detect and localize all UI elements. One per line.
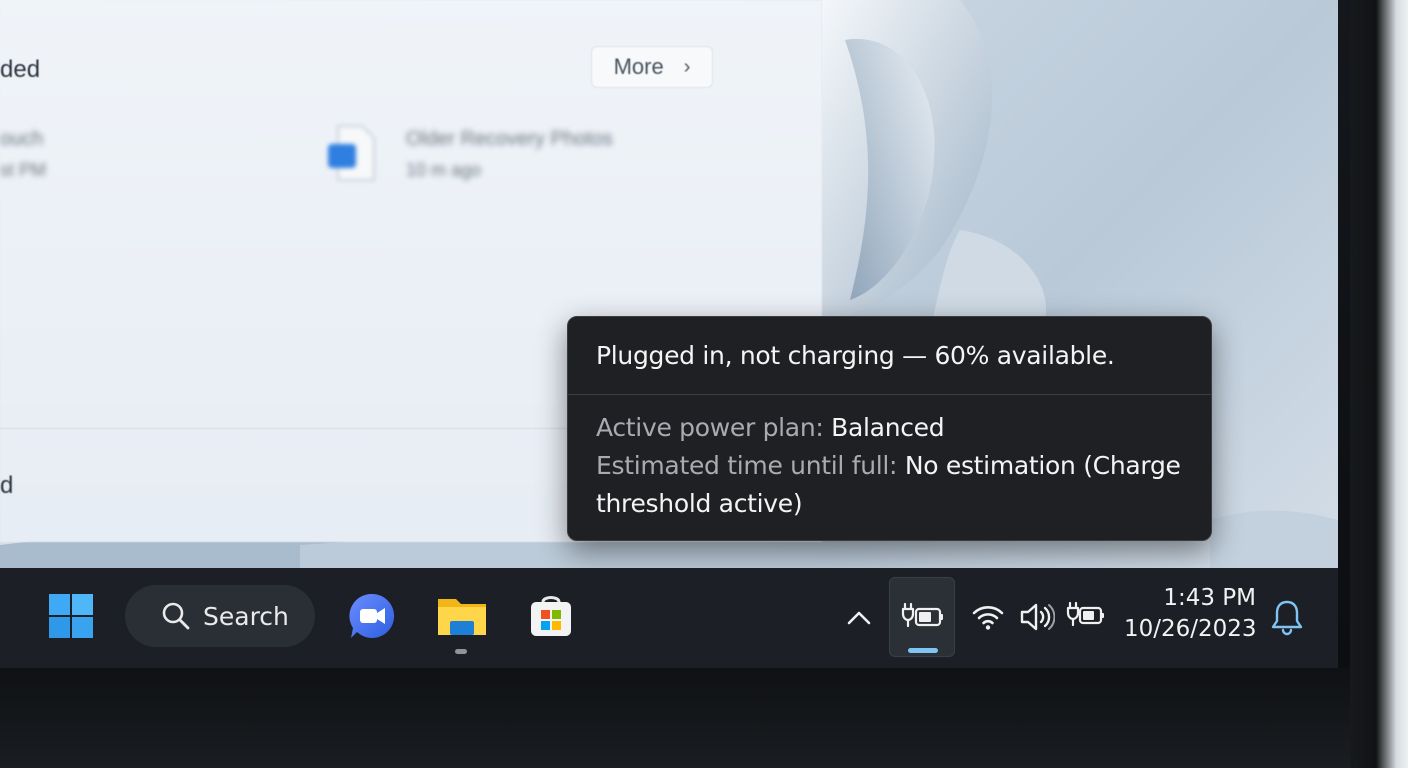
video-meeting-app-button[interactable] — [345, 588, 399, 644]
battery-status-button[interactable] — [1066, 598, 1106, 632]
file-explorer-button[interactable] — [434, 588, 490, 644]
battery-tray-button[interactable] — [889, 577, 955, 657]
battery-plugged-icon — [1066, 601, 1104, 627]
laptop-bottom-bezel — [0, 668, 1350, 768]
desktop-wallpaper: ded More › ouch st PM Older Recovery Pho… — [0, 0, 1338, 568]
user-name[interactable]: d — [0, 472, 13, 500]
volume-icon — [1020, 603, 1055, 631]
document-file-icon — [328, 125, 375, 181]
taskbar: Search 1:43 PM 10/26/2023 — [0, 568, 1338, 668]
clock-button[interactable]: 1:43 PM 10/26/2023 — [1124, 583, 1257, 645]
recent-item-name[interactable]: ouch — [0, 128, 43, 151]
recent-item-meta: 10 m ago — [406, 160, 482, 180]
file-explorer-running-indicator — [455, 649, 467, 654]
video-meeting-icon — [349, 593, 395, 638]
battery-plugged-icon — [901, 602, 943, 628]
notifications-button[interactable] — [1268, 596, 1306, 638]
estimate-label: Estimated time until full: — [596, 451, 898, 480]
recent-item-meta: st PM — [0, 160, 47, 180]
volume-button[interactable] — [1018, 600, 1056, 634]
recommended-heading: ded — [0, 56, 41, 83]
battery-active-indicator — [908, 648, 938, 653]
more-button[interactable]: More › — [591, 46, 713, 88]
search-label: Search — [203, 601, 289, 631]
store-button[interactable] — [524, 588, 578, 644]
screen: ded More › ouch st PM Older Recovery Pho… — [0, 0, 1338, 668]
estimate-value: No estimation (Charge — [904, 451, 1181, 480]
more-label: More — [613, 54, 664, 79]
chevron-up-icon — [847, 611, 871, 625]
clock-date: 10/26/2023 — [1124, 616, 1257, 642]
store-icon — [531, 596, 571, 636]
chevron-right-icon: › — [683, 55, 691, 78]
power-plan-value: Balanced — [831, 413, 945, 442]
search-box[interactable]: Search — [125, 585, 315, 647]
search-icon — [162, 602, 190, 630]
wifi-icon — [972, 606, 1004, 630]
windows-start-icon — [49, 594, 93, 638]
show-hidden-icons-button[interactable] — [842, 600, 876, 634]
estimate-line: Estimated time until full: No estimation… — [596, 451, 1181, 480]
battery-tooltip: Plugged in, not charging — 60% available… — [567, 316, 1212, 541]
wifi-button[interactable] — [970, 600, 1006, 634]
start-button[interactable] — [44, 590, 98, 642]
power-plan-label: Active power plan: — [596, 413, 824, 442]
bell-icon — [1271, 600, 1303, 636]
battery-status-headline: Plugged in, not charging — 60% available… — [596, 341, 1115, 370]
file-explorer-icon — [438, 599, 486, 635]
recent-item-name[interactable]: Older Recovery Photos — [406, 128, 613, 151]
power-plan-line: Active power plan: Balanced — [596, 413, 945, 442]
tooltip-divider — [568, 394, 1211, 395]
clock-time: 1:43 PM — [1163, 585, 1256, 611]
laptop-edge — [1350, 0, 1408, 768]
estimate-value-continued: threshold active) — [596, 489, 803, 518]
